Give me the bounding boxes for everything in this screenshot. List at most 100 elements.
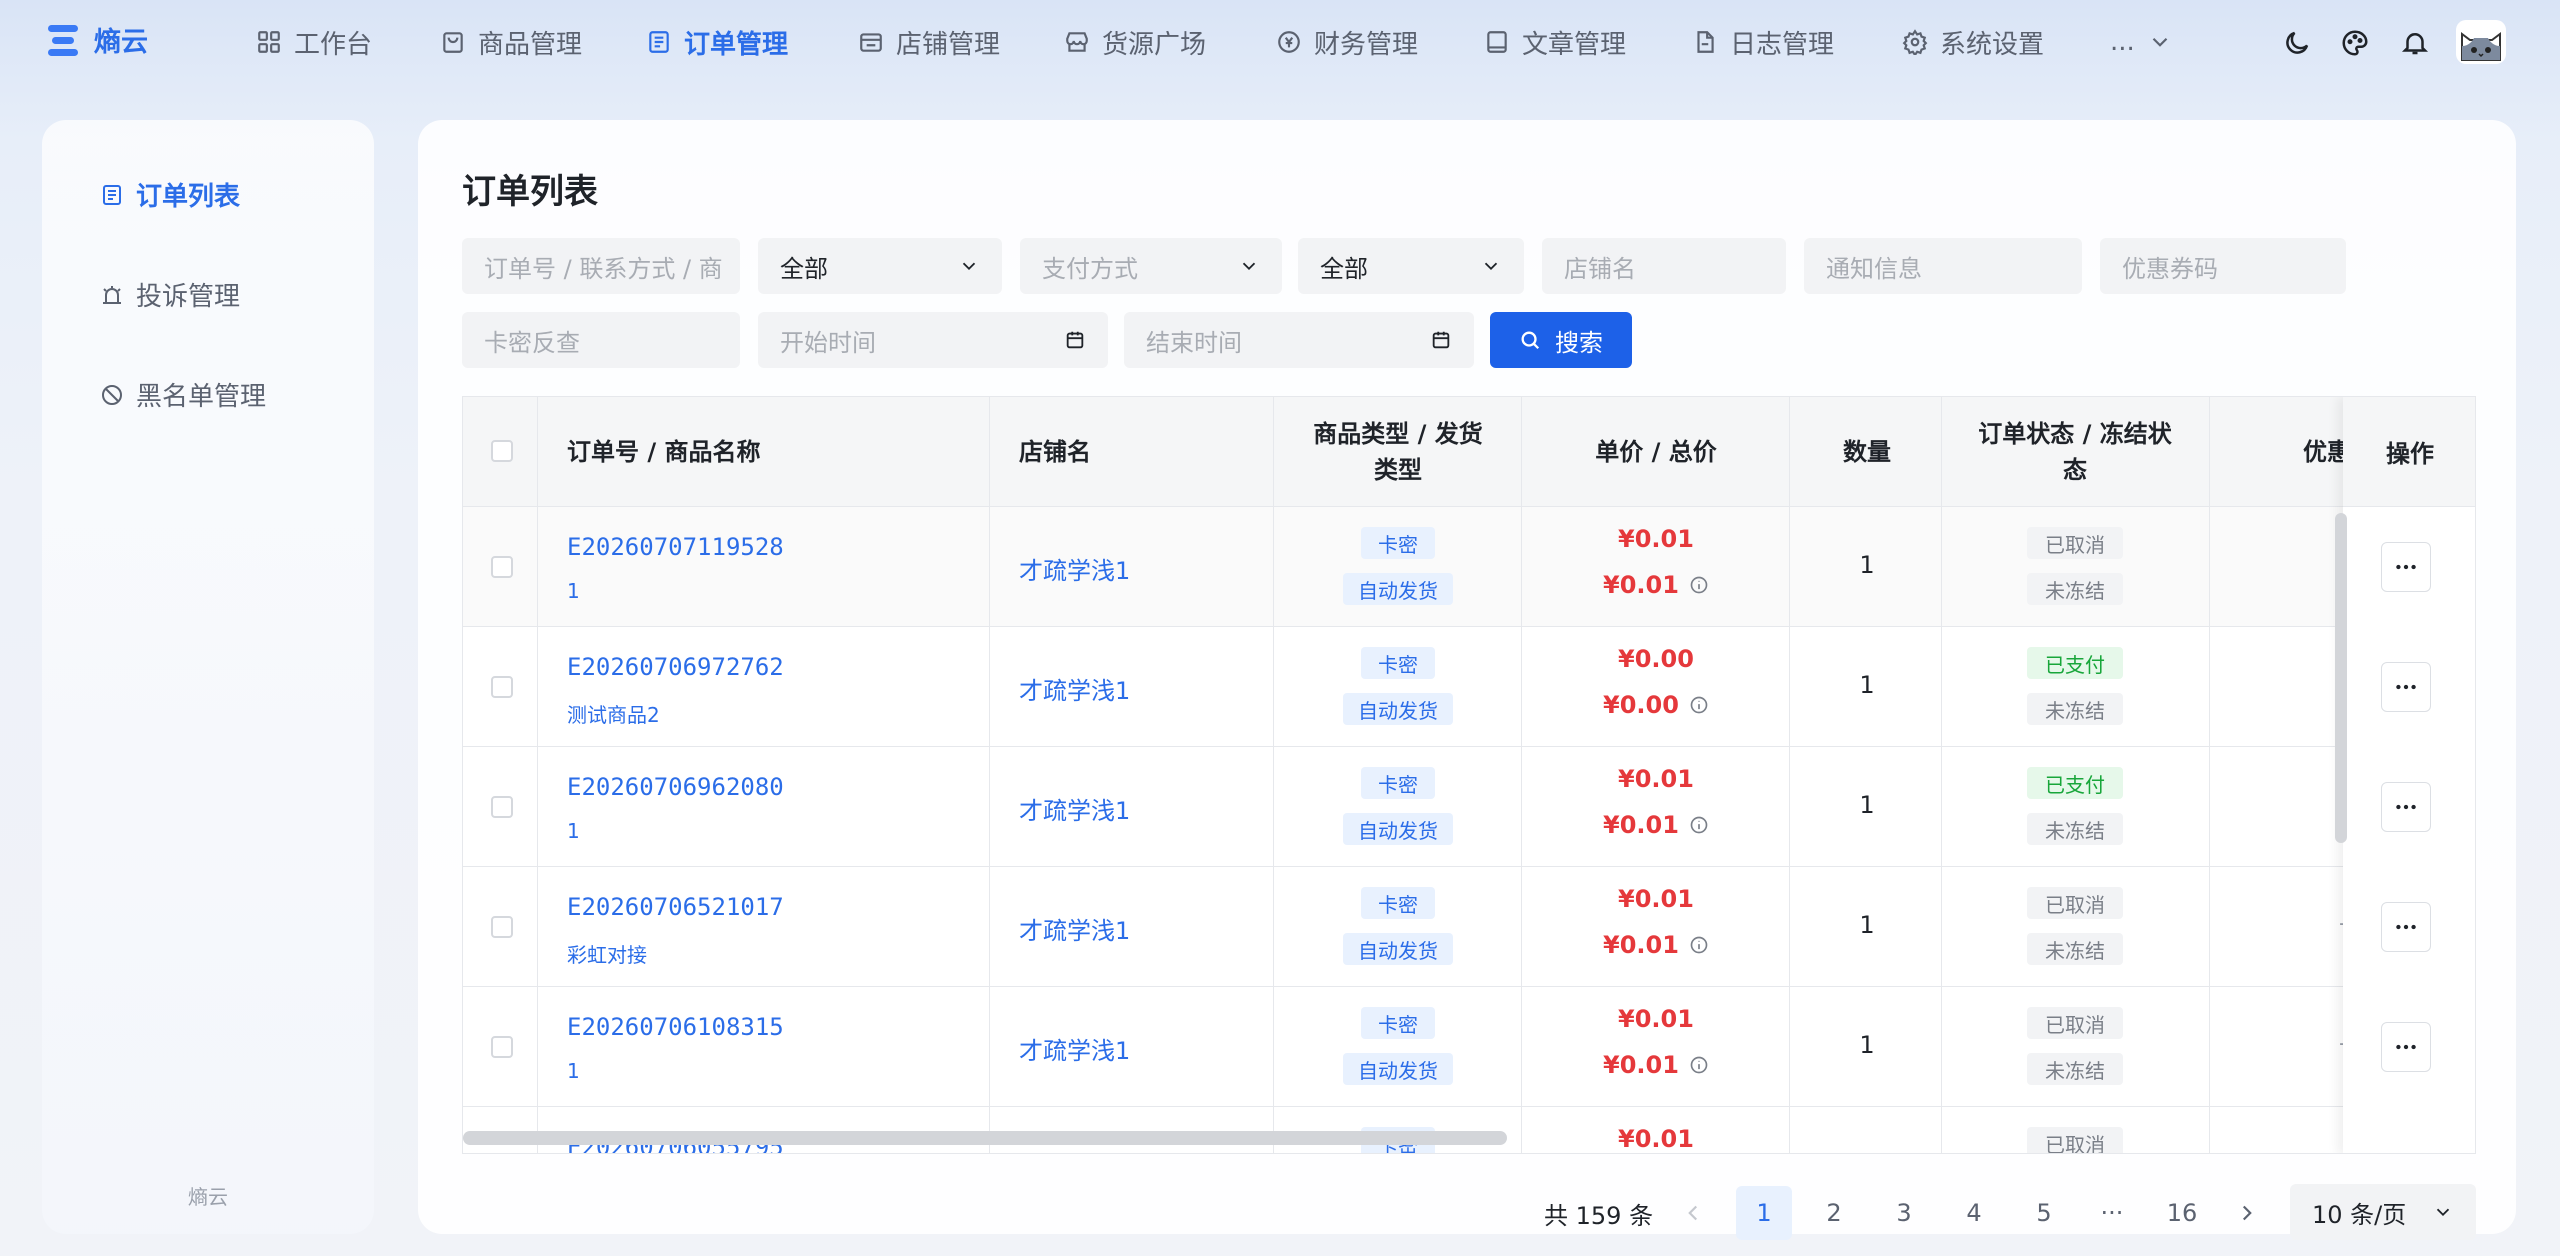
page-size-select[interactable]: 10 条/页 — [2290, 1184, 2476, 1240]
row-more-button[interactable] — [2381, 542, 2431, 592]
shop-name-link[interactable]: 才疏学浅1 — [1019, 1031, 1130, 1066]
column-header-ops: 操作 — [2343, 397, 2475, 507]
app-name: 熵云 — [94, 27, 148, 58]
start-time-placeholder: 开始时间 — [780, 328, 876, 357]
user-avatar[interactable] — [2456, 20, 2506, 64]
select-all-checkbox[interactable] — [491, 440, 513, 462]
shop-name-link[interactable]: 才疏学浅1 — [1019, 551, 1130, 586]
info-icon[interactable] — [1689, 815, 1709, 835]
pagination-ellipsis[interactable]: ··· — [2084, 1186, 2140, 1240]
sidebar-item-complaints[interactable]: 投诉管理 — [100, 276, 240, 313]
goods-name-link[interactable]: 1 — [567, 579, 580, 603]
quantity-value: 1 — [1859, 551, 1875, 579]
row-checkbox[interactable] — [491, 1036, 513, 1058]
info-icon[interactable] — [1689, 935, 1709, 955]
column-header-type-line2: 类型 — [1374, 456, 1422, 484]
nav-item-articles[interactable]: 文章管理 — [1484, 22, 1626, 62]
pay-method-select[interactable]: 支付方式 — [1020, 238, 1282, 294]
horizontal-scrollbar[interactable] — [463, 1131, 1507, 1145]
order-status-tag: 已取消 — [2027, 1007, 2123, 1039]
goods-name-link[interactable]: 测试商品2 — [567, 699, 660, 728]
row-checkbox[interactable] — [491, 916, 513, 938]
table-row[interactable]: E20260706521017 彩虹对接 才疏学浅1 卡密 自动发货 ¥0.01 ¥0.01… — [463, 867, 2475, 987]
page-button[interactable]: 4 — [1946, 1186, 2002, 1240]
goods-type-tag: 卡密 — [1361, 887, 1435, 919]
page-button[interactable]: 1 — [1736, 1186, 1792, 1240]
sidebar-item-blacklist[interactable]: 黑名单管理 — [100, 376, 266, 413]
quantity-value: 1 — [1859, 1031, 1875, 1059]
card-lookup-input[interactable]: 卡密反查 — [462, 312, 740, 368]
order-number-link[interactable]: E20260706972762 — [567, 653, 784, 681]
total-price: ¥0.01 — [1603, 931, 1709, 959]
app-logo[interactable]: 熵云 — [48, 20, 148, 59]
nav-item-label: 货源广场 — [1102, 29, 1207, 60]
shop-name-link[interactable]: 才疏学浅1 — [1019, 911, 1130, 946]
nav-item-supply-plaza[interactable]: 货源广场 — [1064, 22, 1206, 62]
total-price: ¥0.00 — [1603, 691, 1709, 719]
info-icon[interactable] — [1689, 695, 1709, 715]
status-select[interactable]: 全部 — [758, 238, 1002, 294]
info-icon[interactable] — [1689, 575, 1709, 595]
delivery-type-tag: 自动发货 — [1343, 933, 1453, 965]
end-time-picker[interactable]: 结束时间 — [1124, 312, 1474, 368]
row-more-button[interactable] — [2381, 662, 2431, 712]
table-row[interactable]: E20260706108315 1 才疏学浅1 卡密 自动发货 ¥0.01 ¥0.01 1 已取… — [463, 987, 2475, 1107]
row-more-button[interactable] — [2381, 902, 2431, 952]
nav-item-orders[interactable]: 订单管理 — [646, 22, 788, 62]
chevron-left-icon[interactable] — [1680, 1200, 1706, 1226]
table-row[interactable]: E20260707119528 1 才疏学浅1 卡密 自动发货 ¥0.01 ¥0.01 1 已取… — [463, 507, 2475, 627]
table-row[interactable]: E20260706972762 测试商品2 才疏学浅1 卡密 自动发货 ¥0.00 ¥0.0… — [463, 627, 2475, 747]
order-number-link[interactable]: E20260706962080 — [567, 773, 784, 801]
sidebar-footer: 熵云 — [188, 1185, 228, 1209]
goods-type-tag: 卡密 — [1361, 1007, 1435, 1039]
alarm-icon — [103, 285, 121, 304]
page-button[interactable]: 16 — [2154, 1186, 2210, 1240]
quantity-value: 1 — [1859, 671, 1875, 699]
nav-item-label: 店铺管理 — [896, 29, 1001, 60]
order-list-icon — [103, 184, 121, 205]
coupon-input[interactable]: 优惠券码 — [2100, 238, 2346, 294]
page-button[interactable]: 5 — [2016, 1186, 2072, 1240]
nav-item-settings[interactable]: 系统设置 — [1902, 22, 2044, 62]
row-checkbox[interactable] — [491, 796, 513, 818]
page-button[interactable]: 2 — [1806, 1186, 1862, 1240]
bell-icon[interactable] — [2400, 28, 2430, 58]
order-number-link[interactable]: E20260707119528 — [567, 533, 784, 561]
order-icon — [649, 31, 669, 53]
row-more-button[interactable] — [2381, 1022, 2431, 1072]
info-icon[interactable] — [1689, 1055, 1709, 1075]
row-more-button[interactable] — [2381, 782, 2431, 832]
shop-name-link[interactable]: 才疏学浅1 — [1019, 671, 1130, 706]
goods-name-link[interactable]: 1 — [567, 819, 580, 843]
row-checkbox[interactable] — [491, 556, 513, 578]
search-button[interactable]: 搜索 — [1490, 312, 1632, 368]
nav-more-menu[interactable]: ... — [2110, 22, 2173, 62]
start-time-picker[interactable]: 开始时间 — [758, 312, 1108, 368]
goods-name-link[interactable]: 彩虹对接 — [567, 939, 647, 968]
notice-input[interactable]: 通知信息 — [1804, 238, 2082, 294]
nav-item-finance[interactable]: 财务管理 — [1276, 22, 1418, 62]
row-checkbox[interactable] — [491, 676, 513, 698]
nav-item-logs[interactable]: 日志管理 — [1692, 22, 1834, 62]
shop-name-link[interactable]: 才疏学浅1 — [1019, 791, 1130, 826]
goods-name-link[interactable]: 1 — [567, 1059, 580, 1083]
page-button[interactable]: 3 — [1876, 1186, 1932, 1240]
vertical-scrollbar[interactable] — [2335, 513, 2347, 843]
table-row[interactable]: E20260706962080 1 才疏学浅1 卡密 自动发货 ¥0.01 ¥0.01 1 已支… — [463, 747, 2475, 867]
column-divider — [989, 397, 990, 1153]
nav-item-label: 日志管理 — [1730, 29, 1835, 60]
type-select[interactable]: 全部 — [1298, 238, 1524, 294]
nav-item-dashboard[interactable]: 工作台 — [256, 22, 372, 62]
operations-column: 操作 — [2343, 397, 2475, 1153]
chevron-right-icon[interactable] — [2234, 1200, 2260, 1226]
order-number-link[interactable]: E20260706108315 — [567, 1013, 784, 1041]
nav-item-shops[interactable]: 店铺管理 — [858, 22, 1000, 62]
total-price: ¥0.01 — [1603, 811, 1709, 839]
order-search-input[interactable]: 订单号 / 联系方式 / 商 — [462, 238, 740, 294]
moon-icon[interactable] — [2282, 28, 2312, 58]
palette-icon[interactable] — [2340, 28, 2370, 58]
sidebar-item-order-list[interactable]: 订单列表 — [100, 176, 240, 213]
nav-item-products[interactable]: 商品管理 — [440, 22, 582, 62]
order-number-link[interactable]: E20260706521017 — [567, 893, 784, 921]
shop-name-input[interactable]: 店铺名 — [1542, 238, 1786, 294]
